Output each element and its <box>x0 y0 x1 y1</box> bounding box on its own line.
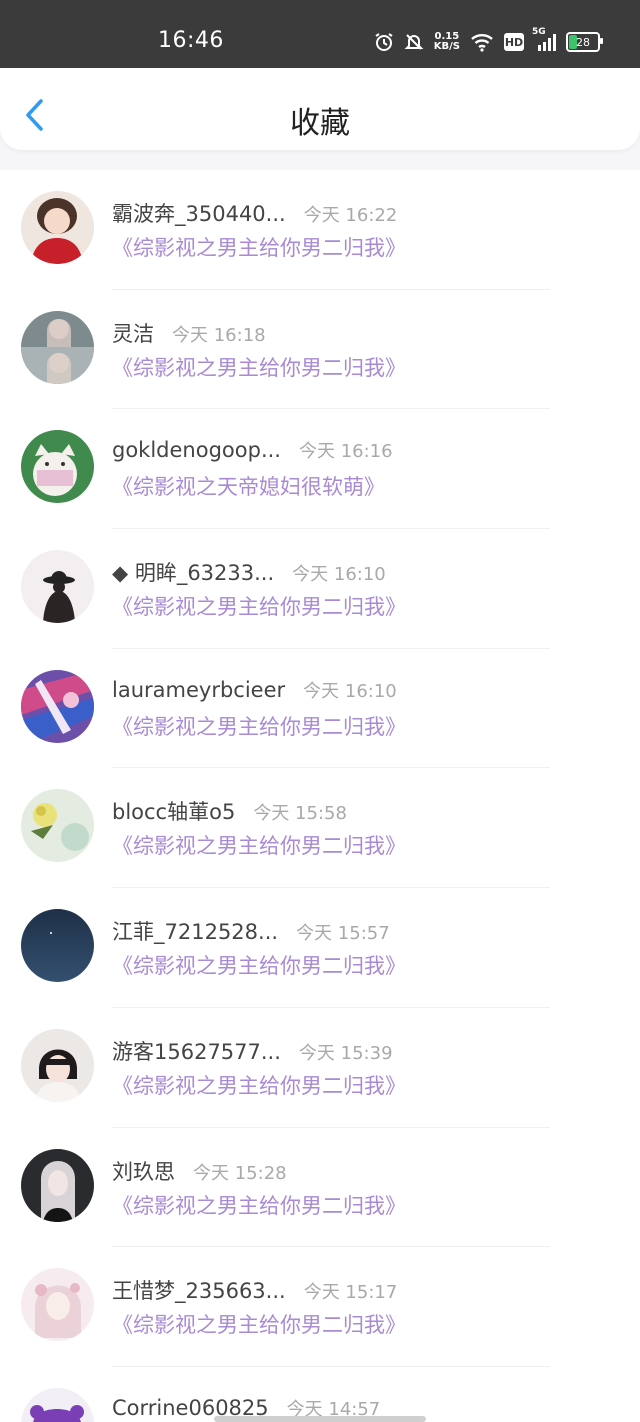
timestamp: 今天 16:10 <box>292 564 386 586</box>
book-title[interactable]: 《综影视之天帝媳妇很软萌》 <box>112 471 385 501</box>
book-title[interactable]: 《综影视之男主给你男二归我》 <box>112 591 406 621</box>
list-item[interactable]: 王惜梦_235663... 今天 15:17 《综影视之男主给你男二归我》 <box>0 1247 640 1367</box>
network-type: 5G <box>532 27 546 37</box>
alarm-icon <box>375 33 393 51</box>
speed-unit: KB/S <box>433 41 460 52</box>
user-name: laurameyrbcieer <box>112 677 286 702</box>
avatar[interactable] <box>21 550 94 624</box>
avatar[interactable] <box>21 789 94 863</box>
home-indicator[interactable] <box>214 1416 426 1422</box>
status-time: 16:46 <box>158 28 224 53</box>
book-title[interactable]: 《综影视之男主给你男二归我》 <box>112 711 406 741</box>
timestamp: 今天 15:39 <box>298 1042 393 1064</box>
book-title[interactable]: 《综影视之男主给你男二归我》 <box>112 950 406 980</box>
cellular-signal-icon: 5G <box>532 27 556 51</box>
list-item[interactable]: Corrine060825 今天 14:57 <box>0 1367 640 1422</box>
status-icons: 0.15 KB/S HD 5G 28 <box>374 27 603 56</box>
book-title[interactable]: 《综影视之男主给你男二归我》 <box>112 1309 406 1339</box>
book-title[interactable]: 《综影视之男主给你男二归我》 <box>112 352 406 382</box>
avatar[interactable] <box>21 310 94 384</box>
list-item[interactable]: gokldenogoop... 今天 16:16 《综影视之天帝媳妇很软萌》 <box>0 409 640 530</box>
list-item[interactable]: 游客15627577... 今天 15:39 《综影视之男主给你男二归我》 <box>0 1008 640 1128</box>
user-name: blocc轴莗o5 <box>112 800 236 825</box>
network-speed: 0.15 KB/S <box>434 32 460 52</box>
timestamp: 今天 16:22 <box>303 205 398 226</box>
user-name: 江菲_7212528... <box>112 920 279 945</box>
page-title: 收藏 <box>290 106 350 141</box>
avatar[interactable] <box>21 191 94 264</box>
status-bar: 16:46 0.15 KB/S HD 5G 28 <box>0 0 640 68</box>
list-item[interactable]: ◆ 明眸_63233... 今天 16:10 《综影视之男主给你男二归我》 <box>0 529 640 649</box>
list-item[interactable]: 刘玖思 今天 15:28 《综影视之男主给你男二归我》 <box>0 1128 640 1248</box>
user-name: 王惜梦_235663... <box>112 1279 286 1304</box>
avatar[interactable] <box>21 1268 94 1342</box>
book-title[interactable]: 《综影视之男主给你男二归我》 <box>112 232 406 262</box>
list-item[interactable]: 霸波奔_350440... 今天 16:22 《综影视之男主给你男二归我》 <box>0 170 640 290</box>
timestamp: 今天 15:28 <box>193 1162 287 1184</box>
user-name: 游客15627577... <box>112 1039 281 1064</box>
avatar[interactable] <box>21 1028 94 1102</box>
avatar[interactable] <box>21 909 94 983</box>
battery-level: 28 <box>576 35 590 49</box>
book-title[interactable]: 《综影视之男主给你男二归我》 <box>112 1190 406 1220</box>
timestamp: 今天 16:18 <box>172 324 266 346</box>
book-title[interactable]: 《综影视之男主给你男二归我》 <box>112 830 406 860</box>
battery-icon: 28 <box>566 32 603 52</box>
avatar[interactable] <box>21 1148 94 1222</box>
timestamp: 今天 15:17 <box>303 1282 398 1304</box>
book-title[interactable]: 《综影视之男主给你男二归我》 <box>112 1070 406 1100</box>
hd-badge: HD <box>504 33 524 51</box>
user-name: gokldenogoop... <box>112 438 281 463</box>
user-name: 灵洁 <box>112 321 154 346</box>
timestamp: 今天 15:57 <box>296 923 390 945</box>
timestamp: 今天 15:58 <box>253 803 347 825</box>
avatar[interactable] <box>21 430 94 504</box>
user-name: 刘玖思 <box>112 1159 175 1184</box>
wifi-icon <box>471 34 493 52</box>
favorites-list: 霸波奔_350440... 今天 16:22 《综影视之男主给你男二归我》 灵洁今… <box>0 170 640 1422</box>
avatar[interactable] <box>21 669 94 743</box>
list-item[interactable]: 灵洁 今天 16:18 《综影视之男主给你男二归我》 <box>0 290 640 410</box>
header: 收藏 <box>0 68 640 150</box>
timestamp: 今天 16:10 <box>303 680 397 702</box>
list-item[interactable]: laurameyrbcieer 今天 16:10 《综影视之男主给你男二归我》 <box>0 649 640 769</box>
timestamp: 今天 16:16 <box>298 441 393 463</box>
list-item[interactable]: 江菲_7212528... 今天 15:57 《综影视之男主给你男二归我》 <box>0 888 640 1008</box>
user-name: ◆ 明眸_63233... <box>112 561 275 586</box>
list-item[interactable]: blocc轴莗o5 今天 15:58 《综影视之男主给你男二归我》 <box>0 768 640 889</box>
user-name: 霸波奔_350440... <box>112 202 286 226</box>
mute-bell-icon <box>404 34 424 50</box>
avatar[interactable] <box>21 1387 94 1422</box>
